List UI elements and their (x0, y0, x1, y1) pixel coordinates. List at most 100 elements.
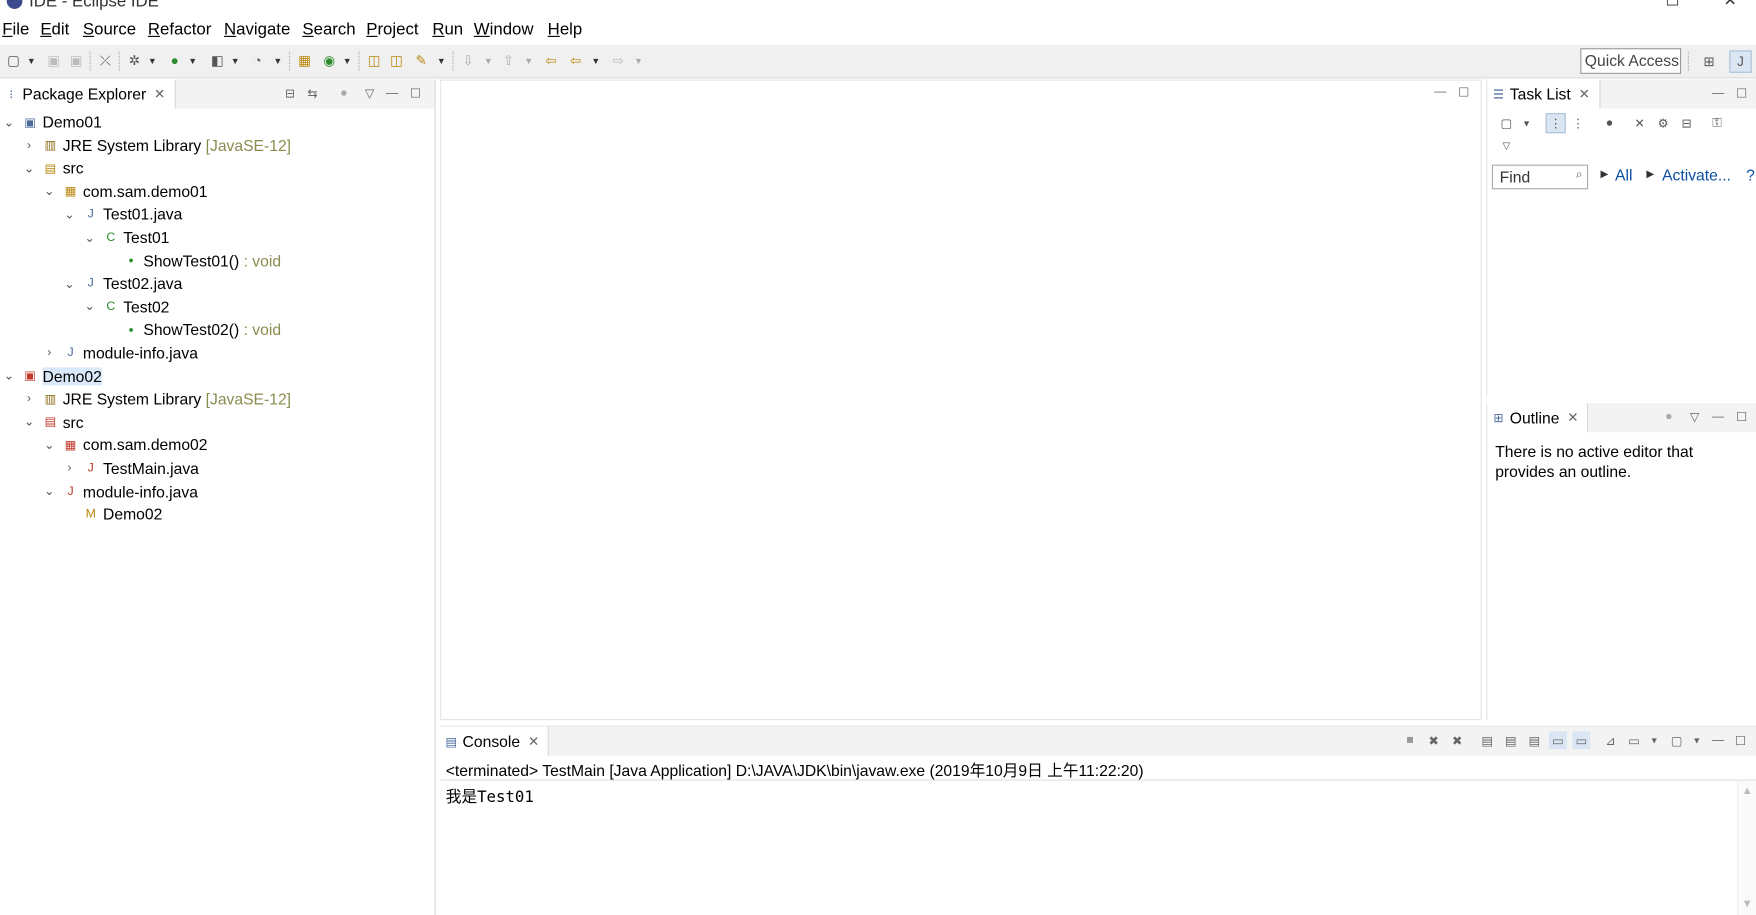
menu-run[interactable]: Run (432, 20, 463, 39)
chevron-right-icon[interactable]: › (22, 138, 35, 151)
focus-icon[interactable]: ● (1599, 113, 1619, 133)
chevron-down-icon[interactable]: ⌄ (83, 299, 96, 313)
search-dropdown-icon[interactable]: ▼ (437, 52, 446, 70)
new-java-class-icon[interactable]: ◉ (320, 52, 338, 70)
view-menu-icon[interactable]: ▽ (361, 84, 379, 102)
external-tools-dropdown-icon[interactable]: ▼ (273, 52, 282, 70)
chevron-down-icon[interactable]: ⌄ (2, 115, 15, 129)
search-icon[interactable]: ✎ (412, 52, 430, 70)
display-console-icon[interactable]: ▭ (1625, 731, 1643, 749)
coverage-icon[interactable]: ◧ (208, 52, 226, 70)
last-edit-icon[interactable]: ⇦ (542, 52, 560, 70)
menu-edit[interactable]: Edit (40, 20, 69, 39)
scroll-lock-icon[interactable]: ▤ (1502, 731, 1520, 749)
tree-row[interactable]: ⌄ ▦ com.sam.demo02 (44, 434, 207, 456)
remove-all-launches-icon[interactable]: ✖ (1448, 731, 1466, 749)
open-perspective-icon[interactable]: ⊞ (1698, 50, 1720, 72)
tree-row[interactable]: ⌄ C Test01 (84, 226, 169, 248)
maximize-icon[interactable]: ☐ (1455, 83, 1473, 101)
focus-icon[interactable]: ● (1660, 408, 1678, 426)
collapse-all-icon[interactable]: ⊟ (1677, 113, 1697, 133)
close-icon[interactable]: ✕ (1579, 86, 1590, 102)
tab-package-explorer[interactable]: ⁝ Package Explorer ✕ (0, 79, 176, 109)
chevron-down-icon[interactable]: ⌄ (83, 230, 96, 244)
categorized-icon[interactable]: ⋮ (1545, 113, 1566, 134)
chevron-down-icon[interactable]: ⌄ (63, 207, 76, 221)
find-field[interactable]: Find ⌕ (1491, 164, 1589, 190)
run-dropdown-icon[interactable]: ▼ (188, 52, 197, 70)
debug-dropdown-icon[interactable]: ▼ (148, 52, 157, 70)
menu-search[interactable]: Search (302, 20, 355, 39)
scheduled-icon[interactable]: ⋮ (1568, 113, 1588, 133)
close-icon[interactable]: ✕ (1567, 410, 1578, 426)
tree-row[interactable]: ⌄ Jmodule-info.java (44, 480, 198, 502)
new-task-dropdown-icon[interactable]: ▼ (1516, 113, 1536, 133)
collapse-all-icon[interactable]: ⊟ (281, 84, 299, 102)
hide-completed-icon[interactable]: ✕ (1630, 113, 1650, 133)
run-icon[interactable]: ● (166, 52, 184, 70)
tree-row[interactable]: ⌄ C Test02 (84, 295, 169, 317)
link-with-editor-icon[interactable]: ⇆ (304, 84, 322, 102)
chevron-down-icon[interactable]: ⌄ (43, 484, 56, 498)
menu-help[interactable]: Help (548, 20, 583, 39)
new-task-icon[interactable]: ▢ (1496, 113, 1516, 133)
tree-row[interactable]: › ▥ JRE System Library [JavaSE-12] (27, 134, 291, 156)
menu-refactor[interactable]: Refactor (148, 20, 212, 39)
coverage-dropdown-icon[interactable]: ▼ (231, 52, 240, 70)
clear-console-icon[interactable]: ▤ (1478, 731, 1496, 749)
tree-row[interactable]: ⌄ ▦ com.sam.demo01 (44, 180, 207, 202)
external-tools-icon[interactable]: ◔ (249, 52, 267, 70)
tree-row[interactable]: ⌄ ▤ src (24, 157, 84, 179)
menu-source[interactable]: Source (83, 20, 136, 39)
tree-row[interactable]: M Demo02 (83, 503, 163, 525)
skip-breakpoints-icon[interactable]: ⤫ (96, 52, 114, 70)
forward-icon[interactable]: ⇨ (609, 52, 627, 70)
activate-link[interactable]: Activate... (1662, 166, 1731, 184)
all-link[interactable]: All (1615, 166, 1632, 184)
next-annotation-icon[interactable]: ⇩ (459, 52, 477, 70)
new-icon[interactable]: ▢ (4, 52, 22, 70)
close-icon[interactable]: ✕ (528, 734, 539, 750)
display-console-dropdown-icon[interactable]: ▼ (1645, 731, 1663, 749)
chevron-right-icon[interactable]: › (43, 346, 56, 359)
tree-row[interactable]: ⌄ ▤ src (24, 411, 84, 433)
new-dropdown-icon[interactable]: ▼ (27, 52, 36, 70)
tree-row[interactable]: › ▥ JRE System Library [JavaSE-12] (27, 388, 291, 410)
prev-annotation-icon[interactable]: ⇧ (500, 52, 518, 70)
maximize-icon[interactable]: ☐ (1665, 0, 1679, 10)
debug-icon[interactable]: ✲ (125, 52, 143, 70)
console-output[interactable]: 我是Test01 (446, 785, 534, 807)
menu-window[interactable]: Window (474, 20, 534, 39)
tab-console[interactable]: ▤ Console ✕ (440, 726, 550, 756)
remove-launch-icon[interactable]: ✖ (1425, 731, 1443, 749)
open-console-dropdown-icon[interactable]: ▼ (1688, 731, 1706, 749)
tree-row[interactable]: ⌄ ▣ Demo02 (4, 365, 102, 387)
minimize-icon[interactable]: — (1709, 408, 1727, 426)
chevron-down-icon[interactable]: ⌄ (43, 184, 56, 198)
chevron-down-icon[interactable]: ⌄ (43, 438, 56, 452)
tree-row[interactable]: ⌄ J Test02.java (64, 272, 182, 294)
tree-row[interactable]: ⌄ ▣ Demo01 (4, 111, 102, 133)
maximize-icon[interactable]: ☐ (407, 84, 425, 102)
new-class-dropdown-icon[interactable]: ▼ (343, 52, 352, 70)
open-type-icon[interactable]: ◫ (365, 52, 383, 70)
open-console-icon[interactable]: ▢ (1668, 731, 1686, 749)
repositories-icon[interactable]: ⚿ (1707, 113, 1727, 133)
forward-dropdown-icon[interactable]: ▼ (634, 52, 643, 70)
terminate-icon[interactable]: ■ (1401, 731, 1419, 749)
pin-console-icon[interactable]: ⊿ (1602, 731, 1620, 749)
chevron-down-icon[interactable]: ⌄ (22, 415, 35, 429)
minimize-icon[interactable]: — (1431, 83, 1449, 101)
help-icon[interactable]: ? (1746, 166, 1755, 184)
chevron-right-icon[interactable]: › (22, 392, 35, 405)
next-annotation-dropdown-icon[interactable]: ▼ (484, 52, 493, 70)
back-dropdown-icon[interactable]: ▼ (591, 52, 600, 70)
chevron-down-icon[interactable]: ⌄ (22, 161, 35, 175)
scroll-up-icon[interactable]: ▲ (1742, 785, 1753, 797)
tree-row[interactable]: ⌄ J Test01.java (64, 203, 182, 225)
scroll-down-icon[interactable]: ▼ (1742, 898, 1753, 910)
save-all-icon[interactable]: ▣ (67, 52, 85, 70)
prev-annotation-dropdown-icon[interactable]: ▼ (524, 52, 533, 70)
show-stdout-icon[interactable]: ▭ (1548, 731, 1567, 750)
chevron-down-icon[interactable]: ⌄ (63, 276, 76, 290)
